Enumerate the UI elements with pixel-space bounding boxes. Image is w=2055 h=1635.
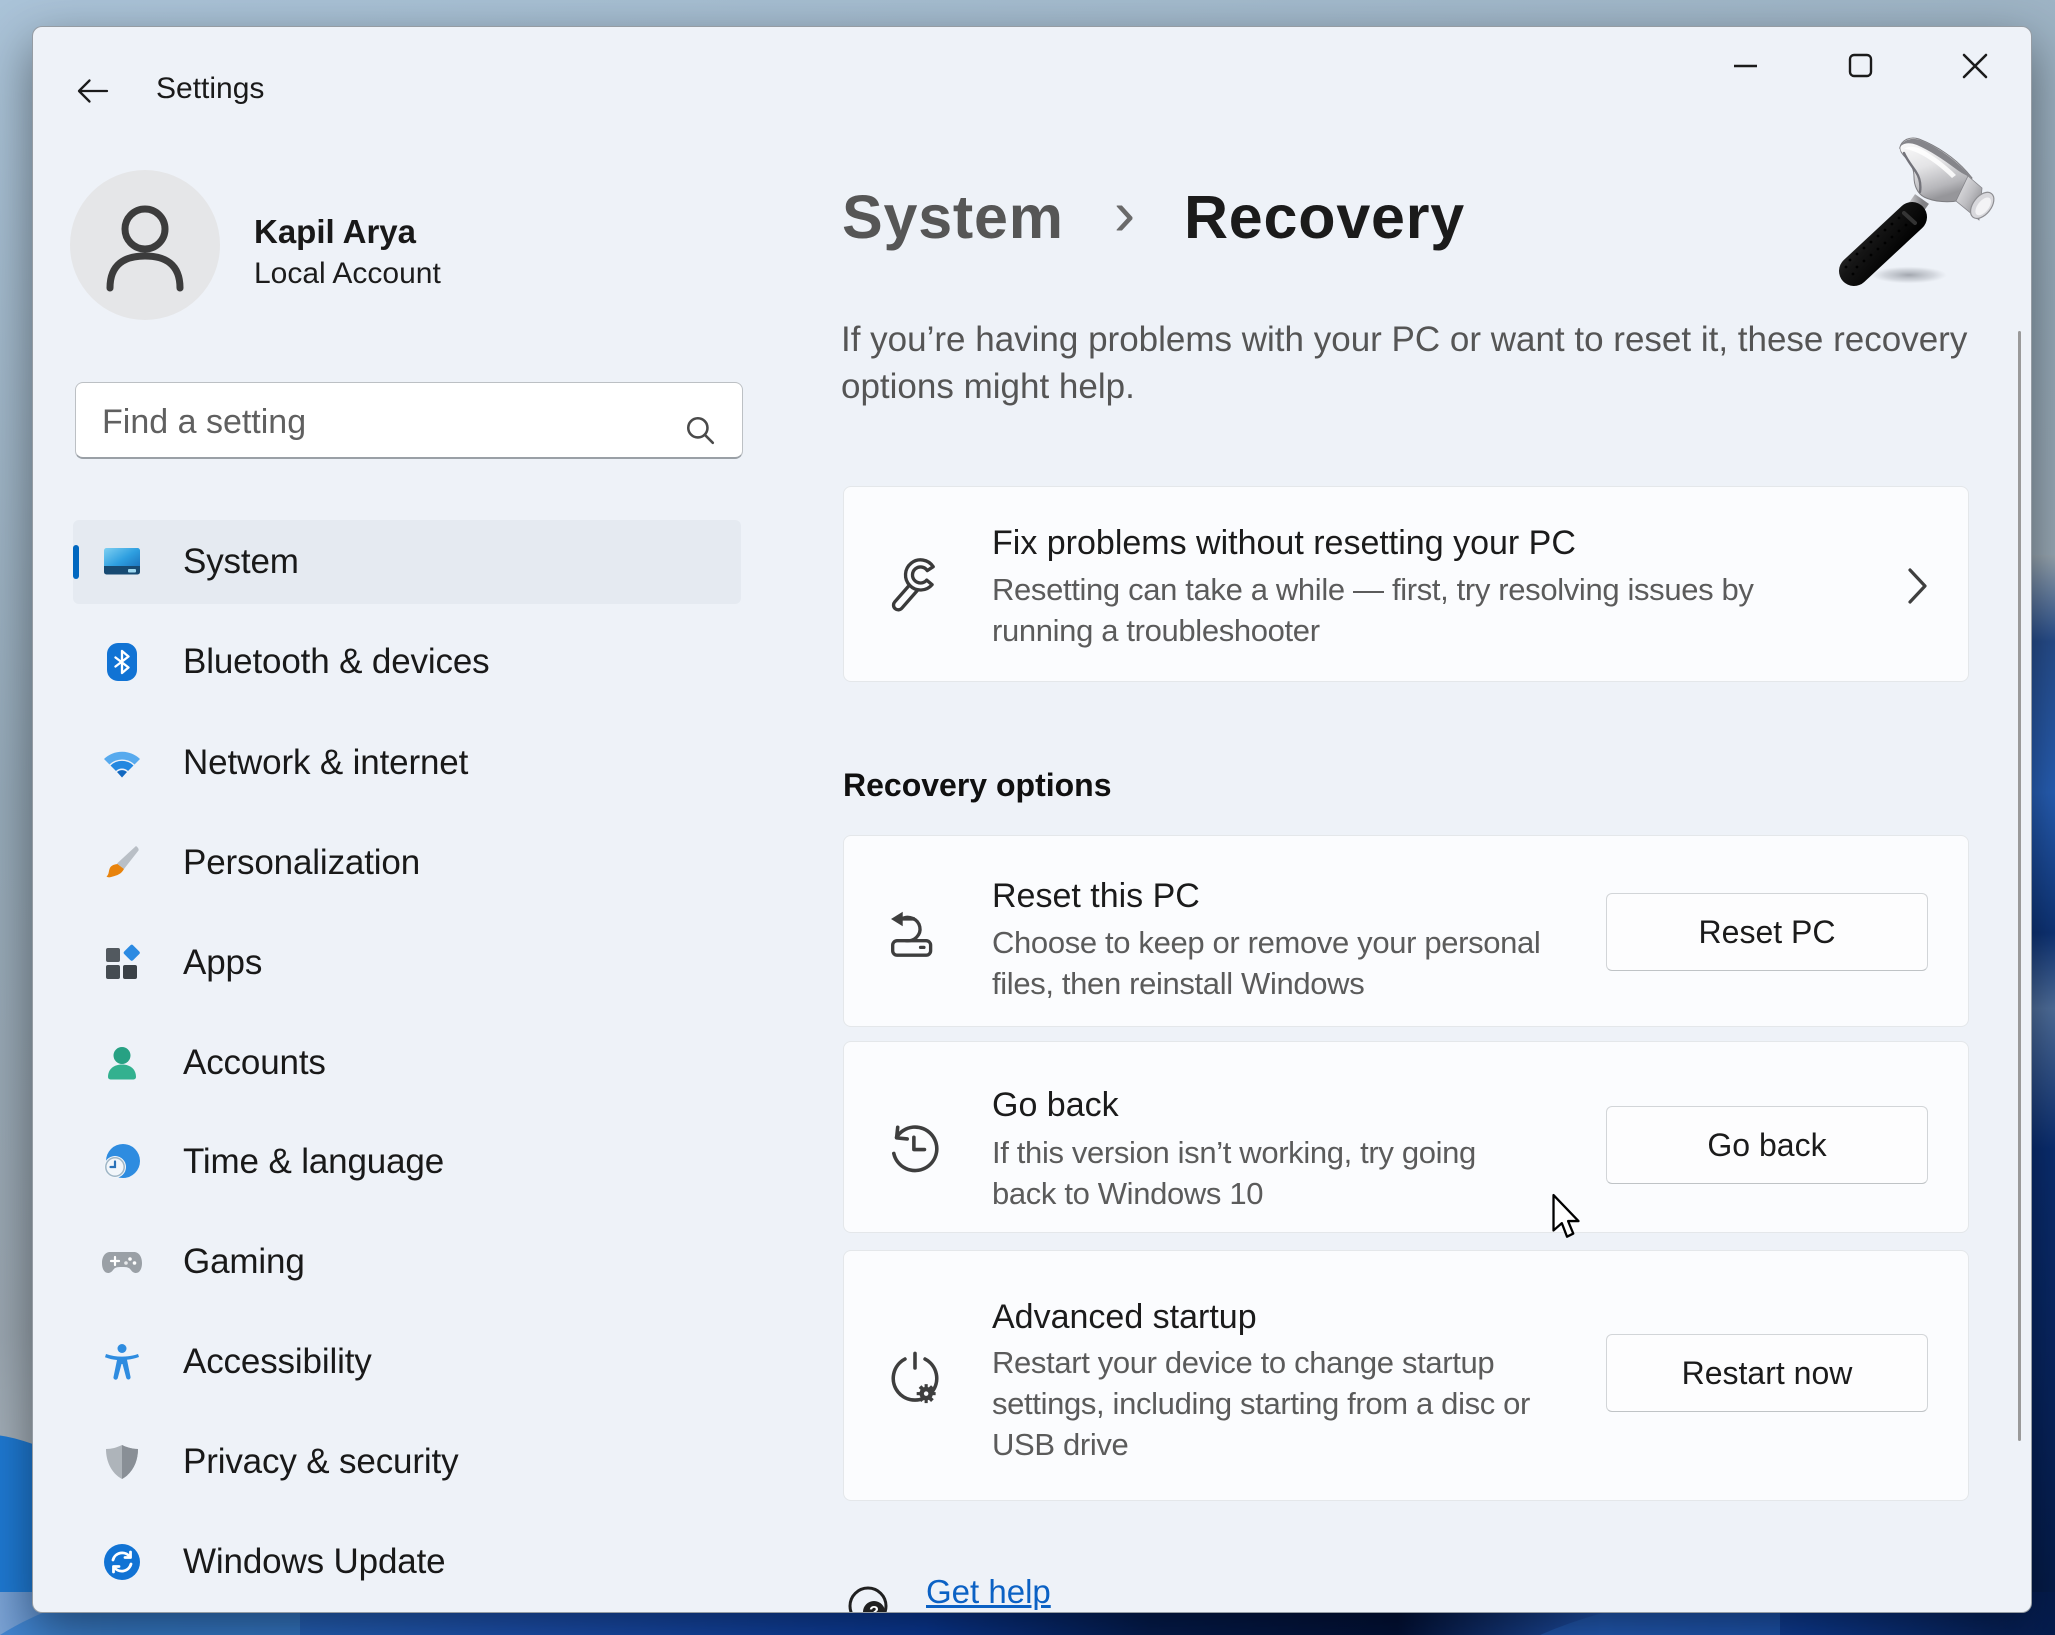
svg-text:?: ? [869,1604,879,1613]
